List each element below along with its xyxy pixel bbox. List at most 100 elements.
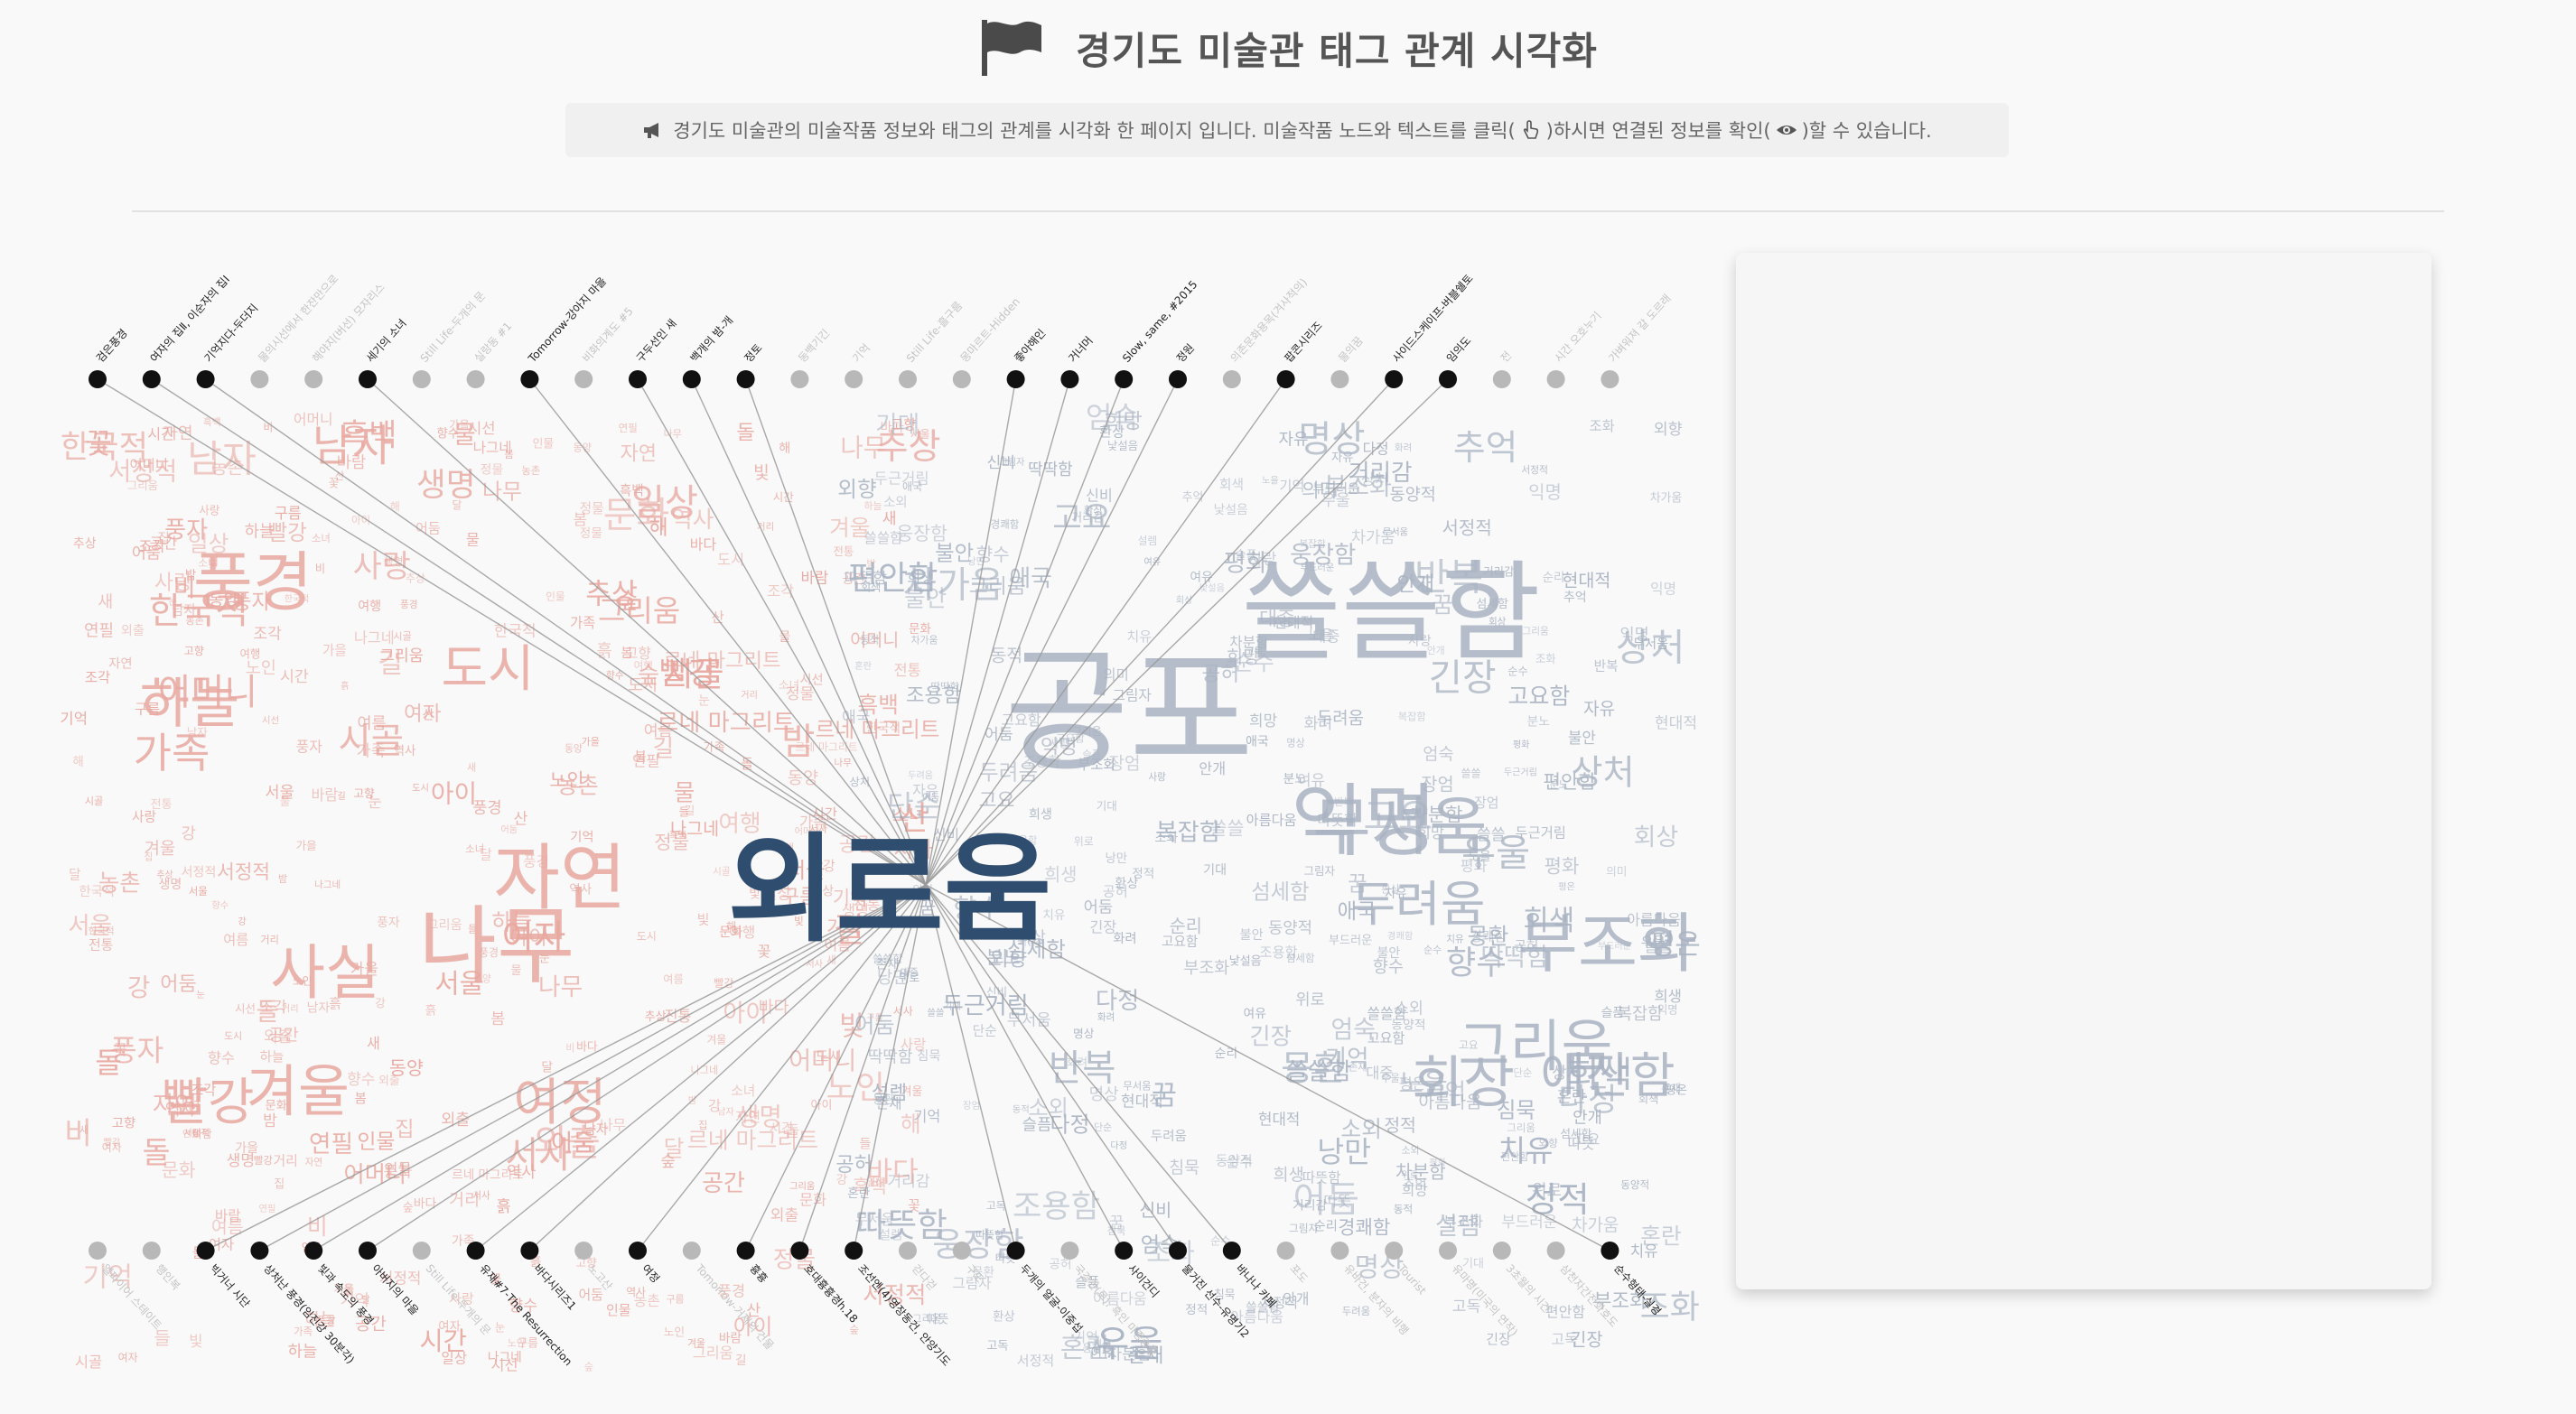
cloud-tag[interactable]: 한국적 xyxy=(89,926,115,937)
cloud-tag[interactable]: 연필 xyxy=(619,422,638,434)
cloud-tag[interactable]: 산 xyxy=(712,609,724,626)
cloud-tag[interactable]: 명상 xyxy=(1073,1027,1095,1040)
artwork-node[interactable] xyxy=(89,1242,107,1260)
cloud-tag[interactable]: 공허 xyxy=(1049,1258,1071,1272)
cloud-tag[interactable]: 시선 xyxy=(262,715,279,726)
cloud-tag[interactable]: 물 xyxy=(674,779,695,805)
cloud-tag[interactable]: 딱딱함 xyxy=(930,681,959,693)
artwork-node[interactable] xyxy=(629,1242,647,1260)
artwork-label[interactable]: 가벼워져 갈 도르래 xyxy=(1606,292,1674,365)
cloud-tag[interactable]: 화려 xyxy=(1304,715,1333,733)
artwork-node[interactable] xyxy=(1439,370,1457,388)
artwork-node[interactable] xyxy=(142,370,161,388)
artwork-node[interactable] xyxy=(412,370,431,388)
cloud-tag[interactable]: 향수 xyxy=(211,900,229,911)
cloud-tag[interactable]: 여름 xyxy=(663,972,683,985)
cloud-tag[interactable]: 시골 xyxy=(393,630,411,642)
cloud-tag[interactable]: 동양 xyxy=(788,769,818,788)
cloud-tag[interactable]: 여유 xyxy=(1244,1007,1266,1021)
artwork-label[interactable]: 기억 xyxy=(850,341,873,365)
cloud-tag[interactable]: 길 xyxy=(735,1354,747,1368)
artwork-node[interactable] xyxy=(1492,1242,1511,1260)
cloud-tag[interactable]: 거리감 xyxy=(1349,460,1413,487)
cloud-tag[interactable]: 집 xyxy=(395,1118,414,1141)
cloud-tag[interactable]: 따뜻 xyxy=(1323,1192,1351,1210)
cloud-tag[interactable]: 침묵 xyxy=(1169,1159,1199,1178)
artwork-node[interactable] xyxy=(1385,1242,1404,1260)
big-tag[interactable]: 남자 xyxy=(313,421,392,471)
cloud-tag[interactable]: 농촌 xyxy=(98,869,141,896)
cloud-tag[interactable]: 농촌 xyxy=(634,1292,660,1309)
cloud-tag[interactable]: 외향 xyxy=(837,477,876,502)
artwork-label[interactable]: 포도 xyxy=(1287,1262,1310,1286)
cloud-tag[interactable]: 거리 xyxy=(741,690,758,701)
cloud-tag[interactable]: 사랑 xyxy=(132,810,157,825)
artwork-node[interactable] xyxy=(1222,1242,1241,1260)
cloud-tag[interactable]: 들 xyxy=(679,805,689,818)
cloud-tag[interactable]: 동양적 xyxy=(1390,486,1436,505)
cloud-tag[interactable]: 서사 xyxy=(806,959,823,970)
cloud-tag[interactable]: 긴장 xyxy=(1249,1023,1292,1050)
cloud-tag[interactable]: 아이 xyxy=(431,778,477,808)
cloud-tag[interactable]: 분노 xyxy=(1527,714,1550,729)
cloud-tag[interactable]: 두근거림 xyxy=(1504,767,1537,777)
cloud-tag[interactable]: 풍자 xyxy=(296,738,323,755)
artwork-node[interactable] xyxy=(899,370,917,388)
cloud-tag[interactable]: 차가움 xyxy=(1650,492,1683,506)
cloud-tag[interactable]: 서정적 xyxy=(1521,464,1548,476)
cloud-tag[interactable]: 정적 xyxy=(1132,867,1154,881)
cloud-tag[interactable]: 새 xyxy=(98,592,113,611)
cloud-tag[interactable]: 치유 xyxy=(1446,934,1464,944)
big-tag[interactable]: 빨강 xyxy=(161,1074,254,1132)
cloud-tag[interactable]: 그리움 xyxy=(789,1181,815,1192)
cloud-tag[interactable]: 기억 xyxy=(1325,1046,1369,1074)
artwork-label[interactable]: 흉흉 xyxy=(747,1262,770,1286)
cloud-tag[interactable]: 빛 xyxy=(753,462,770,483)
artwork-label[interactable]: 시간 오호누기 xyxy=(1552,310,1603,365)
artwork-node[interactable] xyxy=(1492,370,1511,388)
cloud-tag[interactable]: 무서움 xyxy=(1123,1081,1151,1093)
cloud-tag[interactable]: 시간 xyxy=(773,490,795,504)
cloud-tag[interactable]: 회색 xyxy=(1219,478,1244,493)
cloud-tag[interactable]: 자연 xyxy=(620,442,656,465)
cloud-tag[interactable]: 그림자 xyxy=(1289,1223,1319,1235)
cloud-tag[interactable]: 바다 xyxy=(690,535,717,553)
cloud-tag[interactable]: 연필 xyxy=(84,621,114,640)
cloud-tag[interactable]: 추상 xyxy=(73,537,97,552)
artwork-node[interactable] xyxy=(1546,1242,1565,1260)
tag-network-visualization[interactable]: 풍경나무자연하늘남자여자도시거리가족빨강겨울어머니한국적여행바다서정적인물동양해… xyxy=(54,253,1734,1400)
cloud-tag[interactable]: 반복 xyxy=(1594,659,1619,674)
cloud-tag[interactable]: 부드러운 xyxy=(1329,934,1372,948)
artwork-node[interactable] xyxy=(1169,1242,1187,1260)
cloud-tag[interactable]: 쓸쓸함 xyxy=(863,530,902,546)
cloud-tag[interactable]: 고독 xyxy=(986,1339,1008,1353)
artwork-node[interactable] xyxy=(1006,1242,1025,1260)
artwork-node[interactable] xyxy=(89,370,107,388)
cloud-tag[interactable]: 평온 xyxy=(1558,881,1575,892)
artwork-node[interactable] xyxy=(196,1242,215,1260)
big-tag[interactable]: 사실 xyxy=(270,938,379,1008)
cloud-tag[interactable]: 동양적 xyxy=(1620,1178,1649,1191)
cloud-tag[interactable]: 강 xyxy=(238,916,247,927)
cloud-tag[interactable]: 시선 xyxy=(235,1001,256,1015)
cloud-tag[interactable]: 해 xyxy=(390,500,400,513)
artwork-node[interactable] xyxy=(1115,1242,1134,1260)
artwork-label[interactable]: 임의도 xyxy=(1444,334,1474,365)
cloud-tag[interactable]: 신비 xyxy=(1086,487,1113,504)
cloud-tag[interactable]: 새 xyxy=(467,762,476,774)
artwork-node[interactable] xyxy=(682,370,701,388)
cloud-tag[interactable]: 돌 xyxy=(736,422,754,445)
cloud-tag[interactable]: 풍경 xyxy=(472,800,501,818)
cloud-tag[interactable]: 낯설음 xyxy=(1214,503,1248,517)
cloud-tag[interactable]: 고향 xyxy=(353,786,375,800)
cloud-tag[interactable]: 겨울 xyxy=(707,1034,727,1047)
cloud-tag[interactable]: 두려움 xyxy=(1342,1306,1370,1317)
cloud-tag[interactable]: 딱딱함 xyxy=(1028,460,1073,479)
cloud-tag[interactable]: 공허 xyxy=(835,1154,872,1177)
cloud-tag[interactable]: 나그네 xyxy=(691,1065,719,1076)
cloud-tag[interactable]: 명상 xyxy=(1089,1085,1119,1104)
cloud-tag[interactable]: 여름 xyxy=(223,932,248,948)
cloud-tag[interactable]: 부드러운 xyxy=(1501,1213,1557,1231)
cloud-tag[interactable]: 사랑 xyxy=(353,549,411,585)
artwork-label[interactable]: 백개의 밤-개 xyxy=(688,314,736,365)
